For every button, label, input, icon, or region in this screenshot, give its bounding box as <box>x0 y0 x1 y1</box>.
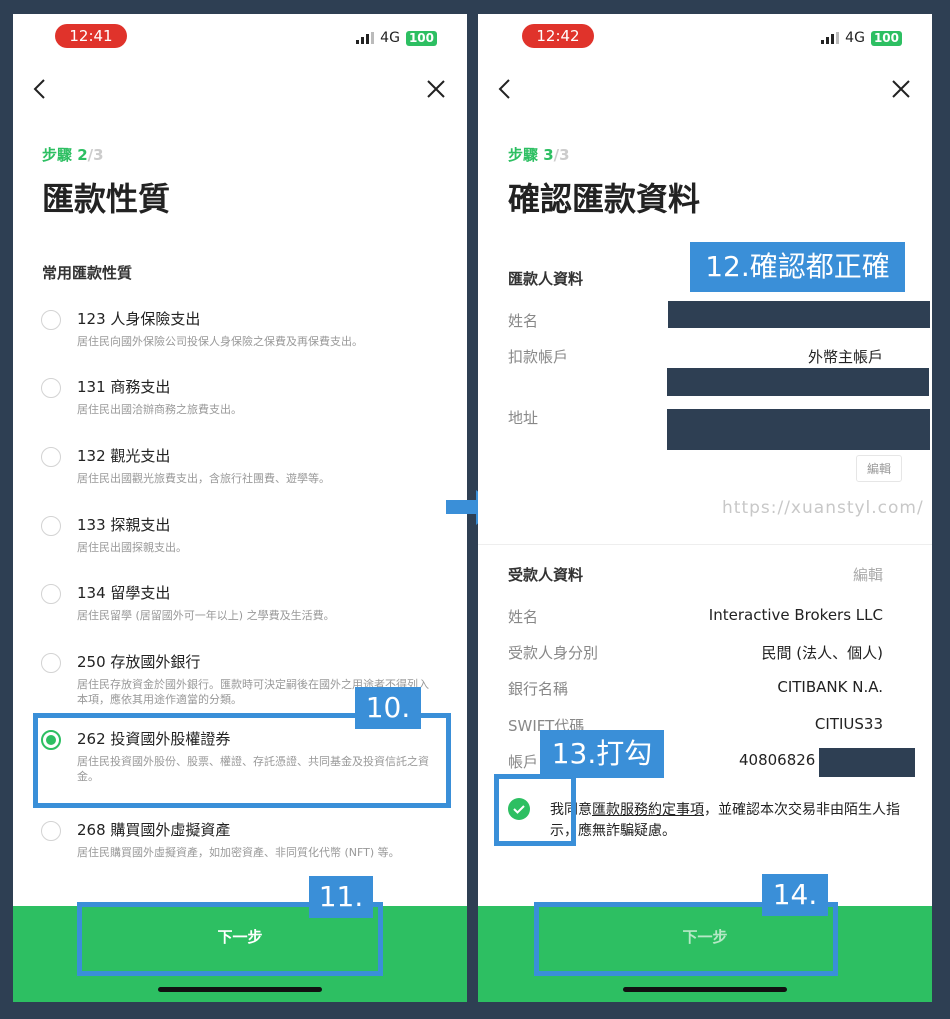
option-description: 居住民出國觀光旅費支出，含旅行社團費、遊學等。 <box>77 472 330 485</box>
next-button[interactable]: 下一步 <box>13 926 467 947</box>
radio-button[interactable] <box>41 516 61 536</box>
network-type: 4G <box>845 30 865 46</box>
back-arrow-icon[interactable] <box>25 74 55 104</box>
beneficiary-row-value: CITIUS33 <box>814 715 883 733</box>
remitter-heading: 匯款人資料 <box>508 270 584 288</box>
annotation-tag-14: 14. <box>762 874 828 916</box>
step-total: /3 <box>87 146 104 164</box>
step-current: 步驟 3 <box>508 146 554 164</box>
remitter-edit-button[interactable]: 編輯 <box>856 455 903 482</box>
status-time: 12:42 <box>522 24 594 48</box>
option-description: 居住民出國洽辦商務之旅費支出。 <box>77 403 242 416</box>
section-divider <box>478 544 932 545</box>
signal-icon <box>821 32 840 44</box>
step-indicator: 步驟 3/3 <box>508 144 570 165</box>
beneficiary-heading: 受款人資料 <box>508 566 584 584</box>
battery-icon: 100 <box>870 30 902 46</box>
next-button[interactable]: 下一步 <box>478 926 932 947</box>
annotation-tag-12: 12.確認都正確 <box>690 242 905 292</box>
status-indicators: 4G 100 <box>821 30 902 46</box>
beneficiary-row-label: 帳戶 <box>508 753 539 771</box>
watermark: https://xuanstyl.com/ <box>722 498 924 518</box>
battery-icon: 100 <box>405 30 437 46</box>
status-time: 12:41 <box>55 24 127 48</box>
radio-button[interactable] <box>41 821 61 841</box>
phone-screen-step2: 12:41 4G 100 步驟 2/3 匯款性質 常用匯款性質 123 人身保險… <box>13 14 467 1002</box>
option-description: 居住民出國探親支出。 <box>77 541 187 554</box>
debit-account-label: 扣款帳戶 <box>508 348 569 366</box>
home-indicator <box>158 987 322 992</box>
remitter-name-label: 姓名 <box>508 312 539 330</box>
signal-icon <box>356 32 375 44</box>
section-label: 常用匯款性質 <box>42 264 133 282</box>
radio-button[interactable] <box>41 378 61 398</box>
close-icon[interactable] <box>886 74 916 104</box>
address-label: 地址 <box>508 409 539 427</box>
page-title: 匯款性質 <box>42 180 171 218</box>
option-label: 132 觀光支出 <box>77 447 171 465</box>
option-label: 134 留學支出 <box>77 584 171 602</box>
radio-button[interactable] <box>41 310 61 330</box>
beneficiary-row-value: 民間 (法人、個人) <box>761 644 883 662</box>
beneficiary-row-value: 40806826 <box>739 751 816 769</box>
debit-account-value: 外幣主帳戶 <box>807 348 883 366</box>
option-label: 133 探親支出 <box>77 516 171 534</box>
step-indicator: 步驟 2/3 <box>42 144 104 165</box>
radio-button[interactable] <box>41 584 61 604</box>
step-current: 步驟 2 <box>42 146 88 164</box>
radio-button[interactable] <box>41 653 61 673</box>
beneficiary-edit-button[interactable]: 編輯 <box>853 564 883 585</box>
redacted-account <box>667 368 929 396</box>
network-type: 4G <box>380 30 400 46</box>
annotation-tag-11: 11. <box>309 876 373 918</box>
radio-button[interactable] <box>41 447 61 467</box>
home-indicator <box>623 987 787 992</box>
status-indicators: 4G 100 <box>356 30 437 46</box>
back-arrow-icon[interactable] <box>490 74 520 104</box>
option-description: 居住民向國外保險公司投保人身保險之保費及再保費支出。 <box>77 335 363 348</box>
option-description: 居住民留學 (居留國外可一年以上) 之學費及生活費。 <box>77 609 335 622</box>
step-total: /3 <box>553 146 570 164</box>
redacted-name <box>668 301 930 328</box>
annotation-tag-10: 10. <box>355 687 421 729</box>
consent-text: 我同意匯款服務約定事項，並確認本次交易非由陌生人指示，應無詐騙疑慮。 <box>550 800 910 842</box>
redacted-address <box>667 409 930 450</box>
option-label: 268 購買國外虛擬資產 <box>77 821 231 839</box>
beneficiary-row-label: 姓名 <box>508 608 539 626</box>
option-label: 250 存放國外銀行 <box>77 653 201 671</box>
beneficiary-row-label: 受款人身分別 <box>508 644 599 662</box>
terms-link[interactable]: 匯款服務約定事項 <box>592 802 704 818</box>
option-label: 123 人身保險支出 <box>77 310 201 328</box>
option-label: 131 商務支出 <box>77 378 171 396</box>
beneficiary-row-value: Interactive Brokers LLC <box>708 606 883 624</box>
annotation-box-check <box>494 774 576 846</box>
page-title: 確認匯款資料 <box>508 180 701 218</box>
option-description: 居住民購買國外虛擬資產，如加密資產、非同質化代幣 (NFT) 等。 <box>77 846 400 859</box>
annotation-tag-13: 13.打勾 <box>540 730 664 778</box>
beneficiary-row-label: 銀行名稱 <box>508 680 569 698</box>
close-icon[interactable] <box>421 74 451 104</box>
beneficiary-row-value: CITIBANK N.A. <box>777 678 883 696</box>
redacted-account-number <box>819 748 915 777</box>
